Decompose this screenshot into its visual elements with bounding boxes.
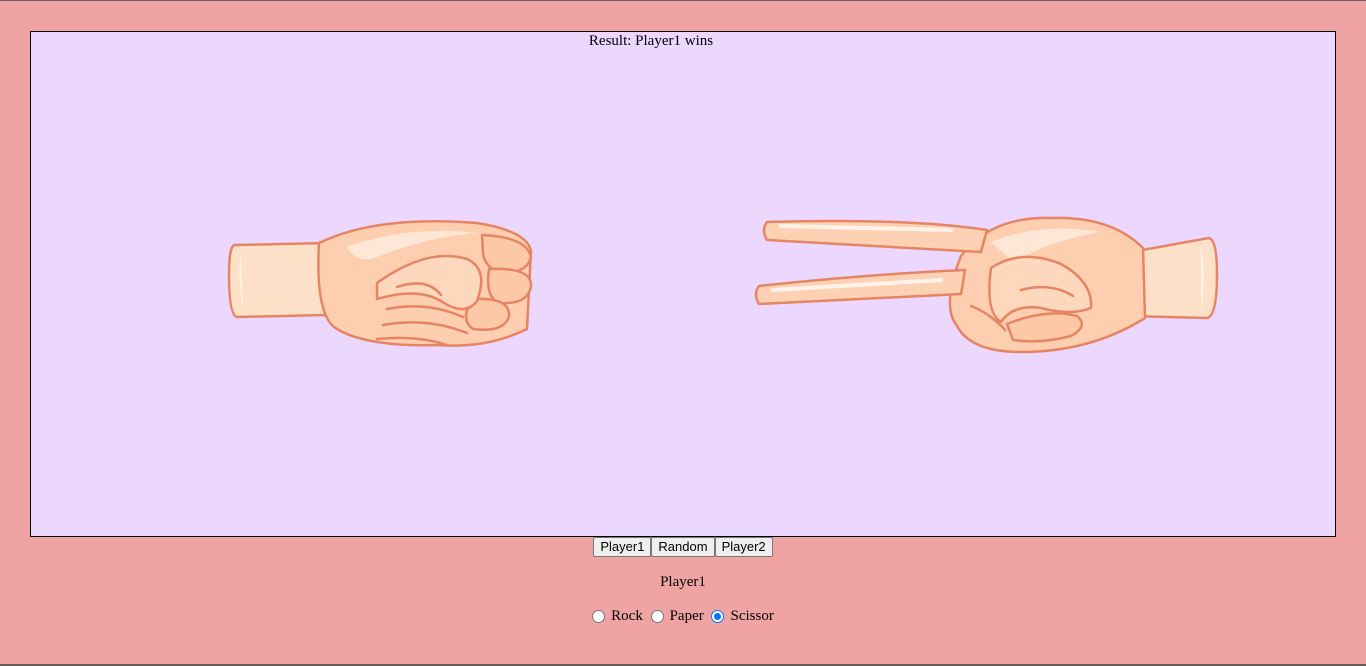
scissors-hand-icon [754, 216, 1219, 354]
paper-radio[interactable] [650, 610, 664, 623]
paper-label: Paper [669, 608, 704, 624]
player1-button[interactable]: Player1 [593, 537, 652, 557]
player-button-row: Player1 Random Player2 [0, 537, 1366, 557]
choice-paper[interactable]: Paper [650, 608, 704, 625]
result-label: Result: [588, 33, 632, 49]
result-text: Result: Player1 wins [31, 33, 1271, 50]
choice-radio-group: Rock Paper Scissor [0, 608, 1366, 628]
player2-button[interactable]: Player2 [714, 537, 773, 557]
result-value: Player1 wins [635, 33, 714, 49]
random-button[interactable]: Random [651, 537, 715, 557]
game-stage: Result: Player1 wins [30, 31, 1336, 537]
rock-radio[interactable] [592, 610, 606, 623]
current-player-label: Player1 [660, 574, 706, 590]
scissor-label: Scissor [730, 608, 774, 624]
rock-label: Rock [611, 608, 643, 624]
scissor-radio[interactable] [711, 610, 725, 623]
choice-rock[interactable]: Rock [592, 608, 643, 625]
window-top-border [0, 0, 1366, 1]
choice-scissor[interactable]: Scissor [711, 608, 774, 625]
fist-icon [227, 219, 533, 347]
